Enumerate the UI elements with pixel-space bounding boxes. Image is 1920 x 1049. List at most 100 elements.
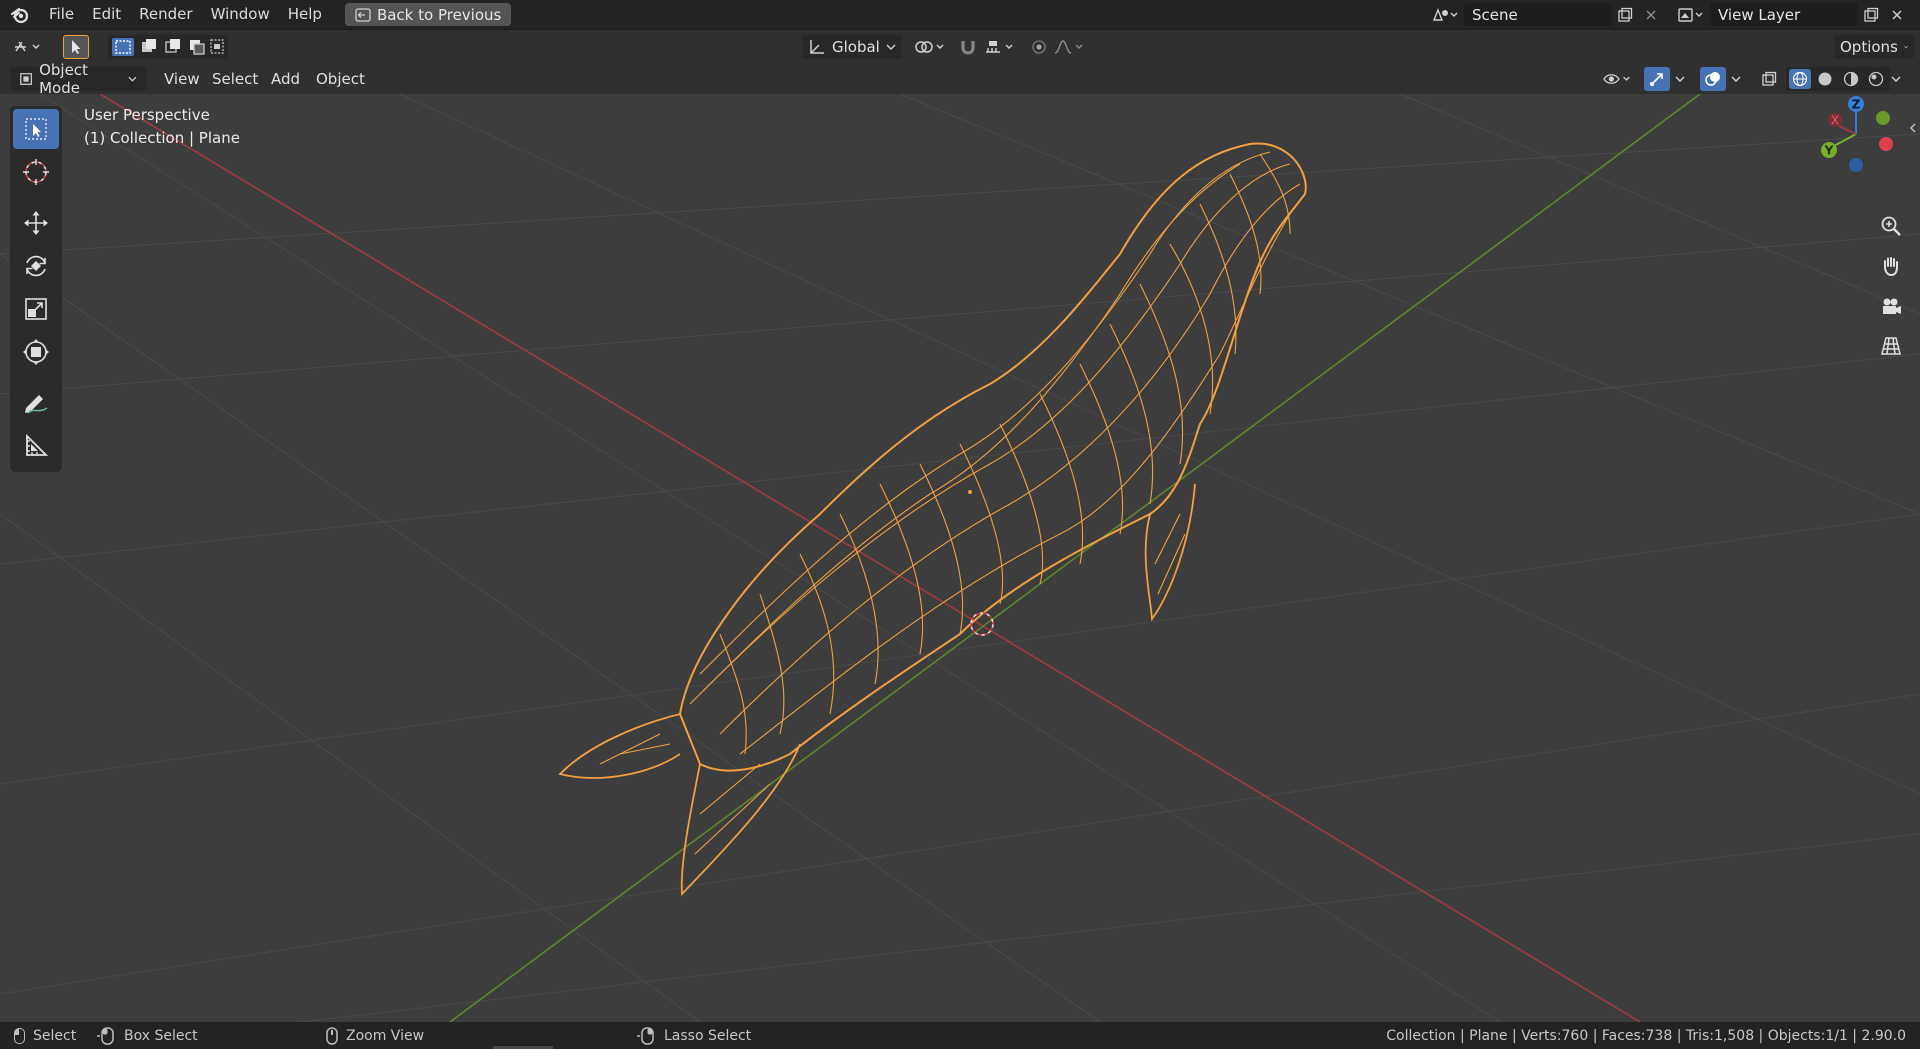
options-label: Options: [1840, 38, 1898, 56]
menu-file[interactable]: File: [40, 0, 83, 29]
view-layer-selector: View Layer: [1672, 3, 1910, 26]
status-zoom-hint: Zoom View: [326, 1022, 424, 1049]
gizmo-y-label: Y: [1824, 144, 1834, 158]
cursor-tool[interactable]: [13, 152, 59, 192]
tool-settings-bar: Global Options: [0, 29, 1920, 63]
gizmo-z-negative[interactable]: [1849, 158, 1863, 172]
move-icon: [24, 211, 48, 235]
header-menu-select[interactable]: Select: [203, 67, 267, 91]
falloff-icon[interactable]: [1052, 35, 1088, 59]
back-to-previous-button[interactable]: Back to Previous: [344, 3, 512, 26]
gizmo-toggle-icon[interactable]: [1644, 67, 1670, 91]
3d-cursor-icon: [970, 612, 994, 636]
xray-toggle-icon[interactable]: [1756, 67, 1782, 91]
status-lasso-label: Lasso Select: [664, 1027, 752, 1044]
view-layer-browse-icon[interactable]: [1672, 3, 1710, 26]
chevron-down-icon: [128, 76, 137, 82]
orientation-icon: [810, 40, 824, 54]
shading-dropdown-icon[interactable]: [1886, 67, 1906, 91]
sidebar-toggle-chevron-icon[interactable]: [1908, 120, 1918, 138]
new-scene-icon[interactable]: [1612, 3, 1638, 26]
selection-mode-group: [108, 35, 228, 59]
options-dropdown[interactable]: Options: [1834, 35, 1914, 59]
gizmo-dropdown-icon[interactable]: [1670, 67, 1690, 91]
move-tool[interactable]: [13, 203, 59, 243]
annotate-pencil-icon: [25, 395, 48, 414]
y-axis-line: [449, 94, 1701, 1022]
left-mouse-icon: [14, 1027, 25, 1044]
scene-browse-icon[interactable]: [1426, 3, 1464, 26]
back-arrow-icon: [355, 7, 371, 22]
middle-mouse-icon: [326, 1026, 338, 1045]
mode-dropdown[interactable]: Object Mode: [10, 61, 146, 97]
perspective-toggle-grid-icon[interactable]: [1876, 331, 1906, 361]
delete-scene-icon[interactable]: [1638, 3, 1664, 26]
select-tool-mode-icon[interactable]: [63, 35, 89, 59]
material-shading-icon[interactable]: [1840, 69, 1862, 89]
menu-window[interactable]: Window: [202, 0, 279, 29]
select-box-tool[interactable]: [13, 109, 59, 149]
mode-label: Object Mode: [39, 61, 88, 97]
measure-tool[interactable]: [13, 426, 59, 466]
status-box-select-hint: Box Select: [96, 1022, 198, 1049]
proportional-editing-icon[interactable]: [1026, 35, 1052, 59]
header-menu-view[interactable]: View: [155, 67, 209, 91]
delete-view-layer-icon[interactable]: [1884, 3, 1910, 26]
top-menu-bar: File Edit Render Window Help Back to Pre…: [0, 0, 1920, 29]
scene-selector: Scene: [1426, 3, 1664, 26]
pan-view-hand-icon[interactable]: [1876, 251, 1906, 281]
orientation-label: Global: [832, 38, 880, 56]
scale-tool[interactable]: [13, 289, 59, 329]
zoom-view-icon[interactable]: [1876, 211, 1906, 241]
overlays-dropdown-icon[interactable]: [1726, 67, 1746, 91]
snap-target-icon[interactable]: [982, 35, 1018, 59]
measure-ruler-icon: [26, 433, 49, 456]
blender-logo-icon[interactable]: [0, 0, 40, 29]
menu-edit[interactable]: Edit: [83, 0, 130, 29]
scale-icon: [25, 298, 47, 320]
back-to-previous-label: Back to Previous: [376, 5, 502, 24]
menu-render[interactable]: Render: [130, 0, 201, 29]
navigation-gizmo[interactable]: X Z Y: [1810, 94, 1910, 194]
rendered-shading-icon[interactable]: [1866, 69, 1888, 89]
object-origin: [968, 490, 972, 494]
status-lasso-hint: Lasso Select: [636, 1022, 751, 1049]
gizmo-y-negative[interactable]: [1876, 111, 1890, 125]
new-view-layer-icon[interactable]: [1858, 3, 1884, 26]
overlays-toggle-icon[interactable]: [1700, 67, 1726, 91]
transform-icon: [23, 339, 49, 365]
annotate-tool[interactable]: [13, 383, 59, 423]
header-menu-object[interactable]: Object: [307, 67, 374, 91]
scene-statistics: Collection | Plane | Verts:760 | Faces:7…: [1386, 1027, 1906, 1044]
editor-type-icon[interactable]: [10, 35, 50, 59]
pivot-point-icon[interactable]: [912, 35, 948, 59]
left-toolbar: [10, 106, 62, 472]
perspective-label: User Perspective: [84, 106, 210, 124]
floor-grid: [0, 94, 1920, 1022]
transform-tool[interactable]: [13, 332, 59, 372]
scene-name-field[interactable]: Scene: [1464, 3, 1612, 26]
menu-help[interactable]: Help: [279, 0, 331, 29]
x-axis-line: [99, 94, 1641, 1022]
gizmo-x-positive[interactable]: [1879, 137, 1893, 151]
solid-shading-icon[interactable]: [1815, 69, 1837, 89]
snap-toggle-icon[interactable]: [953, 35, 983, 59]
view-layer-name-field[interactable]: View Layer: [1710, 3, 1858, 26]
right-drag-mouse-icon: [637, 1026, 654, 1045]
rotate-tool[interactable]: [13, 246, 59, 286]
visibility-dropdown-icon[interactable]: [1598, 67, 1638, 91]
3d-viewport[interactable]: User Perspective (1) Collection | Plane: [0, 94, 1920, 1022]
viewport-scene: [0, 94, 1920, 1022]
seal-mesh-wireframe[interactable]: [558, 142, 1307, 897]
viewport-header: Object Mode View Select Add Object: [0, 61, 1920, 97]
transform-orientation-dropdown[interactable]: Global: [802, 35, 902, 59]
gizmo-x-label: X: [1831, 114, 1839, 128]
header-menu-add[interactable]: Add: [262, 67, 309, 91]
chevron-down-icon: [1904, 45, 1908, 49]
wireframe-shading-icon[interactable]: [1789, 69, 1811, 89]
cursor-icon: [23, 159, 49, 185]
status-bar: Select Box Select Zoom View Lasso Select…: [0, 1022, 1920, 1049]
status-select-hint: Select: [14, 1022, 76, 1049]
gizmo-z-label: Z: [1852, 98, 1861, 112]
camera-view-icon[interactable]: [1876, 291, 1906, 321]
